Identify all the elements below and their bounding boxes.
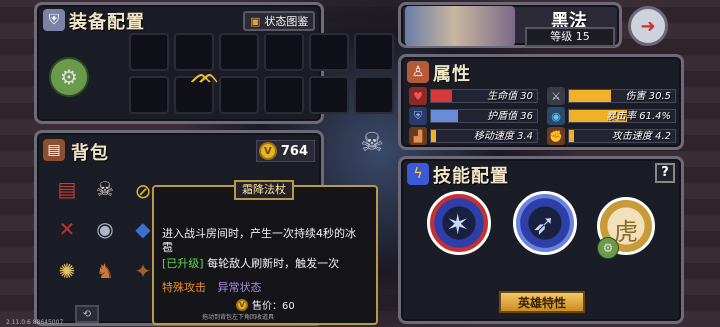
skills-title: 技能配置 [433,166,509,187]
attribute-row: ♥ 生命值 30 [409,87,538,105]
goblin-figure-icon[interactable]: ♞ [89,255,121,287]
hero-header: 黑法 等级 15 [398,2,622,48]
equip-slot[interactable] [264,76,304,114]
attribute-row: ◉ 暴击率 61.4% [547,107,676,125]
attribute-bar: 攻击速度 4.2 [568,129,676,143]
equip-slot[interactable] [264,33,304,71]
price-coin-icon: V [236,298,248,311]
tooltip-hint: 拖动到背包左下角回收道具 [202,314,275,321]
recycle-slot[interactable]: ⟲ [75,305,99,323]
tag-status-effect: 异常状态 [217,281,262,294]
tooltip-desc-1: 进入战斗房间时，产生一次持续4秒的冰 [162,227,356,240]
crossed-swords-icon[interactable]: ✕ [51,213,83,245]
attribute-bar: 护盾值 36 [430,109,538,123]
claw-strike-icon: ✶ [446,208,470,241]
attribute-bar-fill [431,90,453,102]
spiked-shield-icon[interactable]: ✺ [51,255,83,287]
lightning-icon: ϟ [407,163,429,185]
attribute-label: 护盾值 36 [487,111,533,122]
attributes-title: 属性 [433,64,471,85]
attribute-label: 移动速度 3.4 [473,131,533,142]
shield-icon: ⛨ [409,107,427,125]
brass-knuckles-icon[interactable]: ⚙ [49,57,89,97]
hero-trait-button[interactable]: 英雄特性 [499,291,585,313]
equip-slot[interactable] [354,33,394,71]
tooltip-price: V 售价：60 [236,297,295,312]
item-tooltip: 霜降法杖 进入战斗房间时，产生一次持续4秒的冰 雹 [已升级] 每轮敌人刷新时，… [152,180,378,325]
attribute-row: ⛨ 护盾值 36 [409,107,538,125]
equip-slot[interactable] [309,76,349,114]
equip-slot[interactable] [129,76,169,114]
red-book-icon[interactable]: ▤ [51,173,83,205]
status-book-label: 状态图鉴 [264,15,309,28]
attribute-bar: 生命值 30 [430,89,538,103]
tooltip-upgrade-line: [已升级] 每轮敌人刷新时，触发一次 [162,257,339,271]
armor-icon: ⛨ [43,9,65,31]
attribute-bar-fill [569,90,612,102]
switch-arrow-icon: ➜ [640,15,656,37]
attribute-bar: 移动速度 3.4 [430,129,538,143]
tooltip-desc-2: 雹 [162,241,173,254]
status-book-button[interactable]: ▣ 状态图鉴 [243,11,316,31]
fist-icon: ✊ [547,127,565,145]
equip-slot[interactable] [354,76,394,114]
equip-slot[interactable] [219,33,259,71]
version-label: 2.11.0.6 88645007 [6,319,64,326]
coin-counter: V 764 [255,140,315,162]
equipment-grid [129,33,394,114]
equip-slot[interactable] [129,33,169,71]
upgrade-text: 每轮敌人刷新时，触发一次 [203,257,340,270]
attribute-bar: 伤害 30.5 [568,89,676,103]
backpack-title: 背包 [71,143,109,164]
skill-slot-2[interactable]: ➶ [513,191,577,255]
heart-icon: ♥ [409,87,427,105]
attribute-label: 伤害 30.5 [625,91,671,102]
brass-knuckles-small-icon: ⚙ [597,237,619,259]
necklace-icon[interactable]: ᨏ [187,57,223,93]
attribute-bar-fill [569,130,575,142]
body-icon: ♙ [407,61,429,83]
attribute-bar: 暴击率 61.4% [568,109,676,123]
equip-slot[interactable] [309,33,349,71]
switch-hero-button[interactable]: ➜ [628,6,668,46]
pouch-icon[interactable]: ◉ [89,213,121,245]
tag-special-attack: 特殊攻击 [162,281,206,294]
eye-icon: ◉ [547,107,565,125]
upgrade-tag: [已升级] [162,257,204,270]
attribute-row: ✊ 攻击速度 4.2 [547,127,676,145]
coin-count: 764 [280,143,308,159]
tooltip-tags: 特殊攻击 异常状态 [162,281,262,295]
attribute-bar-fill [431,110,458,122]
hero-level: 等级 15 [525,27,615,47]
coin-icon: V [258,142,277,160]
price-value: 售价：60 [252,301,295,312]
attributes-panel: ♙ 属性 ♥ 生命值 30 ⚔ 伤害 30.5 ⛨ 护盾值 36 ◉ 暴击率 61.4% ▟ 移动… [398,54,684,150]
demon-skull-icon: ☠ [360,128,384,158]
attribute-label: 暴击率 61.4% [606,111,671,122]
attribute-row: ⚔ 伤害 30.5 [547,87,676,105]
attribute-label: 攻击速度 4.2 [611,131,671,142]
equipment-panel: ⛨ 装备配置 ▣ 状态图鉴 ⚙ ᨏ [34,2,394,124]
book-icon: ▣ [250,14,261,28]
attribute-bar-fill [431,130,437,142]
hero-portrait [405,6,515,46]
skill-slot-1[interactable]: ✶ [427,191,491,255]
backpack-icon: ▤ [43,139,65,161]
skull-card-icon[interactable]: ☠ [89,173,121,205]
help-button[interactable]: ? [655,163,675,183]
bow-shot-icon: ➶ [532,208,556,241]
attribute-row: ▟ 移动速度 3.4 [409,127,538,145]
tooltip-title: 霜降法杖 [234,180,294,200]
attribute-label: 生命值 30 [487,91,533,102]
sword-icon: ⚔ [547,87,565,105]
equipment-title: 装备配置 [69,12,145,33]
boot-icon: ▟ [409,127,427,145]
equip-slot[interactable] [219,76,259,114]
skills-panel: ϟ 技能配置 ? ✶ ➶ 虎 ⚙ 英雄特性 [398,156,684,324]
